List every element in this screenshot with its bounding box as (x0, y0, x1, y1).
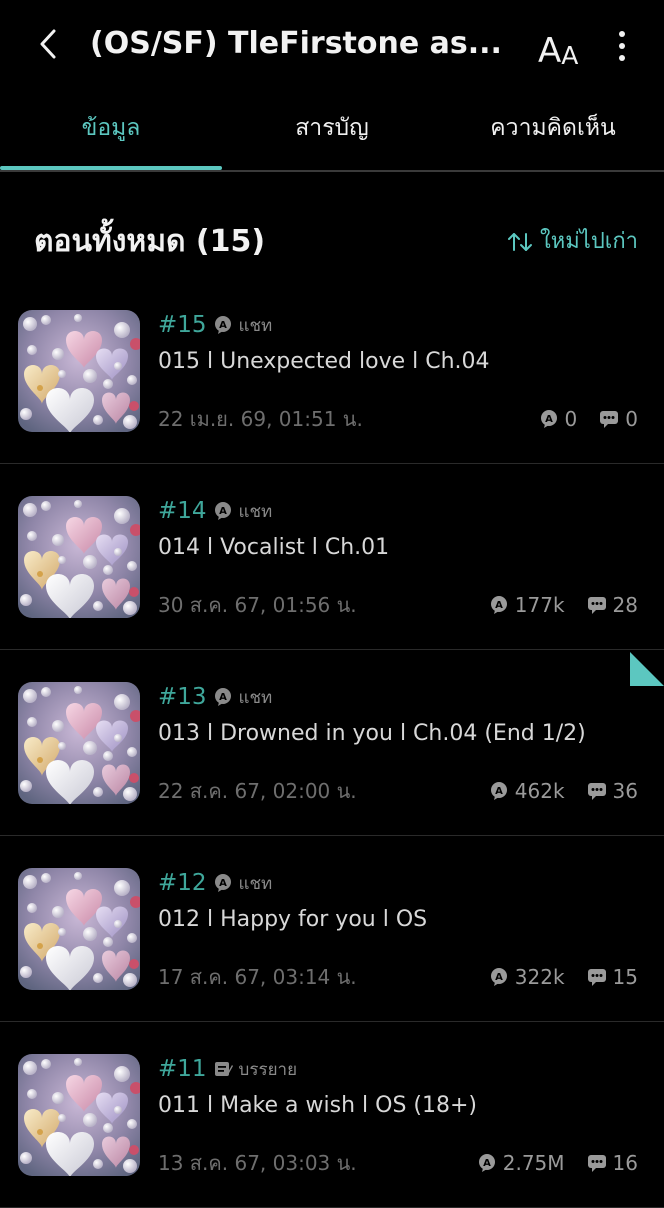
views-icon: A (489, 595, 509, 615)
views-count: 0 (564, 407, 578, 431)
episode-number: #13 (158, 684, 207, 710)
vertical-dots-icon (619, 31, 625, 61)
episode-thumbnail (18, 868, 140, 990)
font-size-icon-big: A (538, 31, 562, 71)
svg-text:A: A (219, 692, 227, 703)
comments-count: 28 (612, 593, 638, 617)
svg-text:A: A (545, 414, 553, 425)
svg-text:A: A (495, 600, 503, 611)
episode-title: 012 l Happy for you l OS (158, 907, 428, 932)
views-count: 322k (514, 965, 565, 989)
episode-date: 13 ส.ค. 67, 03:03 น. (158, 1151, 357, 1175)
tab-info[interactable]: ข้อมูล (0, 92, 222, 164)
episode-number-line: #14 A แชท (158, 496, 272, 526)
scroll-marker-icon (630, 652, 664, 686)
episode-row[interactable]: #11 บรรยาย 011 l Make a wish l OS (18+) … (0, 1022, 664, 1208)
views-count: 462k (514, 779, 565, 803)
views-icon: A (489, 781, 509, 801)
episode-thumbnail (18, 310, 140, 432)
all-episodes-heading: ตอนทั้งหมด (15) (34, 224, 266, 259)
episode-stats: A 322k 15 (489, 962, 638, 992)
more-options-button[interactable] (608, 24, 636, 68)
episode-row[interactable]: #15 A แชท 015 l Unexpected love l Ch.04 … (0, 278, 664, 464)
comments-count: 16 (612, 1151, 638, 1175)
views-count: 2.75M (502, 1151, 565, 1175)
episode-thumbnail (18, 682, 140, 804)
episode-stats: A 2.75M 16 (477, 1148, 638, 1178)
episode-title: 014 l Vocalist l Ch.01 (158, 535, 390, 560)
font-size-button[interactable]: AA (538, 24, 588, 68)
comments-count: 36 (612, 779, 638, 803)
episode-type-label: บรรยาย (238, 1059, 298, 1080)
comment-icon (587, 781, 607, 801)
episode-stats: A 177k 28 (489, 590, 638, 620)
episode-number: #14 (158, 498, 207, 524)
svg-text:A: A (219, 878, 227, 889)
chevron-left-icon (40, 29, 56, 59)
svg-text:A: A (219, 506, 227, 517)
top-bar: (OS/SF) TleFirstone as... AA (0, 0, 664, 88)
story-title: (OS/SF) TleFirstone as... (90, 26, 502, 61)
episode-row[interactable]: #13 A แชท 013 l Drowned in you l Ch.04 (… (0, 650, 664, 836)
episode-title: 013 l Drowned in you l Ch.04 (End 1/2) (158, 721, 586, 746)
episode-stats: A 0 0 (539, 404, 638, 434)
comment-icon (587, 1153, 607, 1173)
episode-row[interactable]: #14 A แชท 014 l Vocalist l Ch.01 30 ส.ค.… (0, 464, 664, 650)
narrative-type-icon (213, 1059, 233, 1079)
episode-date: 17 ส.ค. 67, 03:14 น. (158, 965, 357, 989)
episode-number: #15 (158, 312, 207, 338)
episode-title: 011 l Make a wish l OS (18+) (158, 1093, 477, 1118)
episode-date: 30 ส.ค. 67, 01:56 น. (158, 593, 357, 617)
tab-comments[interactable]: ความคิดเห็น (442, 92, 664, 164)
comment-icon (599, 409, 619, 429)
episode-number-line: #11 บรรยาย (158, 1054, 297, 1084)
episode-type-label: แชท (238, 873, 273, 894)
tab-contents[interactable]: สารบัญ (222, 92, 442, 164)
episode-number-line: #12 A แชท (158, 868, 272, 898)
tab-divider (0, 170, 664, 172)
episode-thumbnail (18, 1054, 140, 1176)
sort-button[interactable]: ใหม่ไปเก่า (506, 222, 638, 262)
back-button[interactable] (30, 22, 66, 66)
views-icon: A (489, 967, 509, 987)
views-count: 177k (514, 593, 565, 617)
svg-text:A: A (483, 1158, 491, 1169)
episode-type-label: แชท (238, 687, 273, 708)
comments-count: 15 (612, 965, 638, 989)
episode-number-line: #13 A แชท (158, 682, 272, 712)
sort-arrows-icon (508, 233, 533, 251)
episode-number: #11 (158, 1056, 207, 1082)
comments-count: 0 (625, 407, 638, 431)
episode-title: 015 l Unexpected love l Ch.04 (158, 349, 490, 374)
font-size-icon-small: A (561, 41, 579, 70)
sort-label: ใหม่ไปเก่า (540, 229, 638, 254)
views-icon: A (477, 1153, 497, 1173)
episode-row[interactable]: #12 A แชท 012 l Happy for you l OS 17 ส.… (0, 836, 664, 1022)
episode-type-label: แชท (238, 315, 273, 336)
views-icon: A (539, 409, 559, 429)
chat-type-icon: A (213, 315, 233, 335)
episode-type-label: แชท (238, 501, 273, 522)
svg-text:A: A (495, 972, 503, 983)
svg-text:A: A (219, 320, 227, 331)
episode-thumbnail (18, 496, 140, 618)
episode-number-line: #15 A แชท (158, 310, 272, 340)
episode-date: 22 เม.ย. 69, 01:51 น. (158, 407, 363, 431)
comment-icon (587, 595, 607, 615)
comment-icon (587, 967, 607, 987)
tab-bar: ข้อมูล สารบัญ ความคิดเห็น (0, 92, 664, 172)
episode-list: #15 A แชท 015 l Unexpected love l Ch.04 … (0, 278, 664, 1208)
episode-number: #12 (158, 870, 207, 896)
episode-date: 22 ส.ค. 67, 02:00 น. (158, 779, 357, 803)
chat-type-icon: A (213, 501, 233, 521)
svg-text:A: A (495, 786, 503, 797)
chat-type-icon: A (213, 687, 233, 707)
chat-type-icon: A (213, 873, 233, 893)
episode-stats: A 462k 36 (489, 776, 638, 806)
